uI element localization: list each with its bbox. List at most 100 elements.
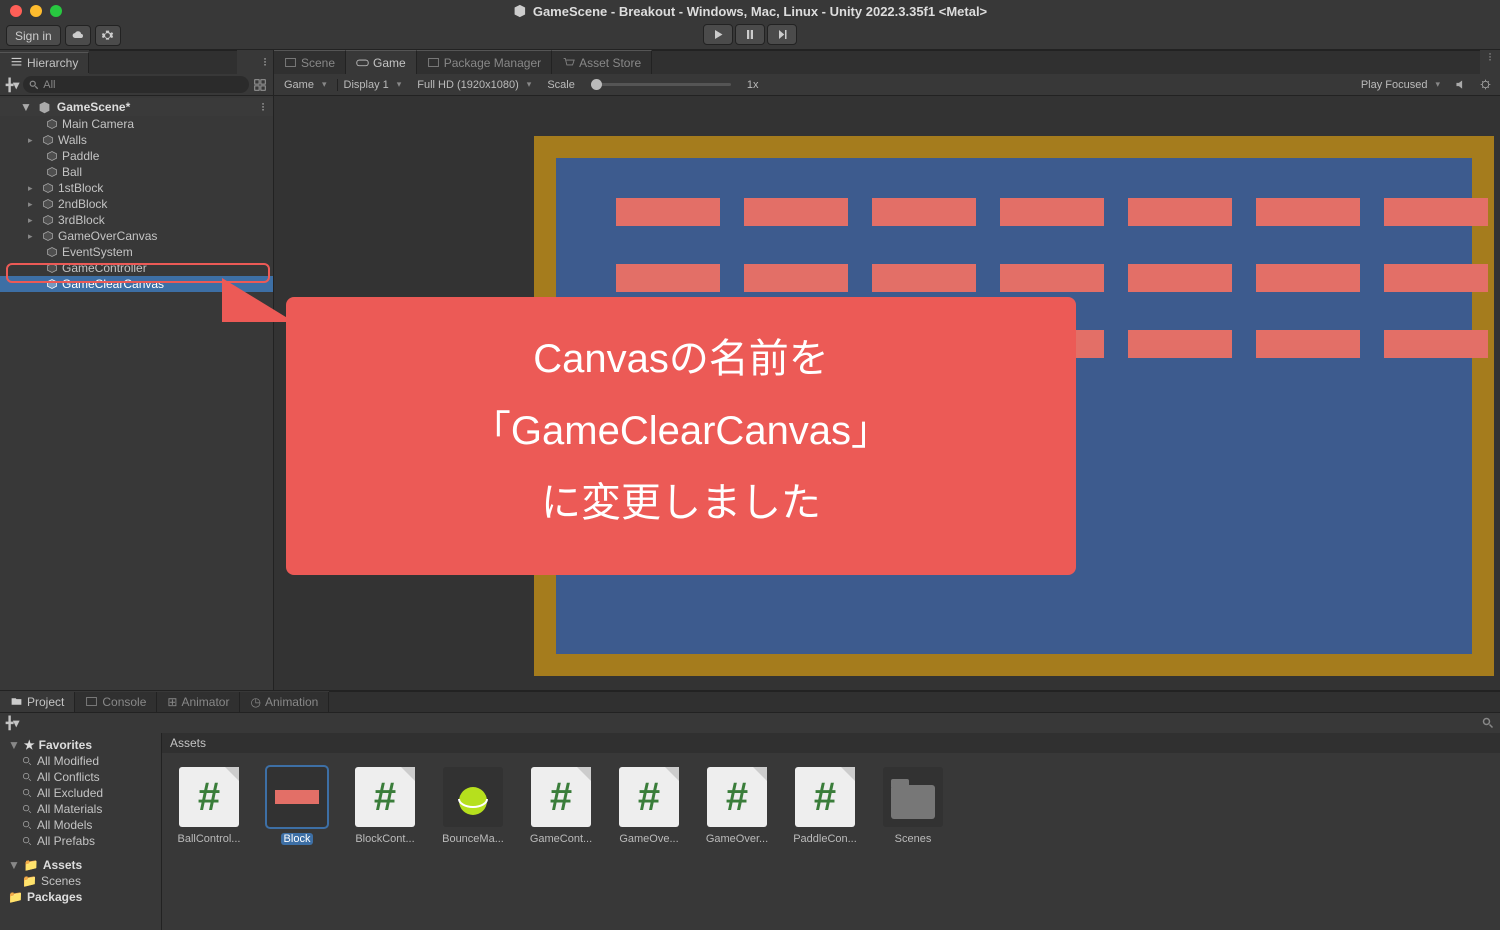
- search-icon: [22, 804, 33, 815]
- hierarchy-search[interactable]: All: [23, 76, 249, 93]
- hierarchy-tab[interactable]: Hierarchy: [0, 52, 89, 73]
- brick: [1256, 264, 1360, 292]
- assets-breadcrumb[interactable]: Assets: [162, 733, 1500, 753]
- pause-button[interactable]: [735, 24, 765, 45]
- favorite-item[interactable]: All Models: [4, 817, 157, 833]
- gameobject-icon: [42, 182, 54, 194]
- scene-menu-icon[interactable]: ⁝: [261, 100, 265, 114]
- folder-item[interactable]: 📁 Scenes: [4, 873, 157, 889]
- tab-package-manager[interactable]: Package Manager: [417, 50, 552, 74]
- asset-item[interactable]: BounceMa...: [438, 767, 508, 845]
- tab-console[interactable]: Console: [75, 692, 157, 712]
- asset-item[interactable]: #GameCont...: [526, 767, 596, 845]
- hierarchy-item[interactable]: Ball: [0, 164, 273, 180]
- packages-folder[interactable]: 📁 Packages: [4, 889, 157, 905]
- minimize-icon[interactable]: [30, 5, 42, 17]
- asset-item[interactable]: #GameOve...: [614, 767, 684, 845]
- cart-icon: [562, 56, 575, 69]
- animation-icon: ◷: [250, 695, 260, 709]
- tab-animator[interactable]: ⊞ Animator: [157, 692, 240, 712]
- hierarchy-item[interactable]: ▸1stBlock: [0, 180, 273, 196]
- tab-asset-store[interactable]: Asset Store: [552, 50, 652, 74]
- favorite-item[interactable]: All Materials: [4, 801, 157, 817]
- sign-in-button[interactable]: Sign in: [6, 25, 61, 46]
- scale-value: 1x: [741, 79, 765, 91]
- play-button[interactable]: [703, 24, 733, 45]
- hierarchy-item[interactable]: Main Camera: [0, 116, 273, 132]
- game-mode-dropdown[interactable]: Game: [278, 79, 333, 91]
- close-icon[interactable]: [10, 5, 22, 17]
- favorite-item[interactable]: All Excluded: [4, 785, 157, 801]
- project-panel: Project Console ⊞ Animator ◷ Animation ╋…: [0, 690, 1500, 930]
- tab-animation[interactable]: ◷ Animation: [240, 692, 329, 712]
- gear-icon[interactable]: [95, 25, 121, 46]
- step-button[interactable]: [767, 24, 797, 45]
- scene-row[interactable]: ▼ GameScene* ⁝: [0, 98, 273, 116]
- hierarchy-item[interactable]: GameController: [0, 260, 273, 276]
- add-asset-button[interactable]: ╋▾: [6, 716, 19, 730]
- search-icon: [29, 80, 39, 90]
- favorite-item[interactable]: All Conflicts: [4, 769, 157, 785]
- asset-item[interactable]: #PaddleCon...: [790, 767, 860, 845]
- brick: [872, 264, 976, 292]
- game-icon: [356, 56, 369, 69]
- brick: [1128, 264, 1232, 292]
- animator-icon: ⊞: [167, 695, 177, 709]
- add-button[interactable]: ╋▾: [6, 78, 19, 92]
- asset-item[interactable]: Scenes: [878, 767, 948, 845]
- search-icon: [22, 836, 33, 847]
- brick: [1384, 264, 1488, 292]
- bug-icon[interactable]: [1479, 78, 1492, 91]
- asset-grid: #BallControl... Block #BlockCont... BounceM…: [162, 753, 1500, 859]
- brick: [872, 198, 976, 226]
- window-titlebar: GameScene - Breakout - Windows, Mac, Lin…: [0, 0, 1500, 22]
- hierarchy-tree: ▼ GameScene* ⁝ Main Camera ▸Walls Paddle…: [0, 96, 273, 292]
- hierarchy-item[interactable]: EventSystem: [0, 244, 273, 260]
- filter-icon[interactable]: [253, 78, 267, 92]
- folder-icon: [10, 695, 23, 708]
- gameobject-icon: [46, 166, 58, 178]
- play-focused-dropdown[interactable]: Play Focused: [1355, 79, 1446, 91]
- search-icon[interactable]: [1482, 717, 1494, 729]
- favorite-item[interactable]: All Prefabs: [4, 833, 157, 849]
- maximize-icon[interactable]: [50, 5, 62, 17]
- asset-item[interactable]: Block: [262, 767, 332, 845]
- brick: [616, 264, 720, 292]
- package-icon: [427, 56, 440, 69]
- gameobject-icon: [46, 278, 58, 290]
- scale-label: Scale: [541, 79, 581, 91]
- tab-scene[interactable]: Scene: [274, 50, 346, 74]
- gameobject-icon: [46, 150, 58, 162]
- search-icon: [22, 788, 33, 799]
- hierarchy-item[interactable]: ▸Walls: [0, 132, 273, 148]
- hierarchy-item[interactable]: ▸3rdBlock: [0, 212, 273, 228]
- asset-item[interactable]: #GameOver...: [702, 767, 772, 845]
- panel-options-icon[interactable]: ⁝: [263, 55, 267, 69]
- project-tree: ▼ ★ Favorites All Modified All Conflicts…: [0, 733, 162, 930]
- hierarchy-item[interactable]: ▸GameOverCanvas: [0, 228, 273, 244]
- play-controls: [703, 24, 797, 45]
- brick: [1384, 198, 1488, 226]
- scale-slider[interactable]: [591, 83, 731, 86]
- hierarchy-item[interactable]: Paddle: [0, 148, 273, 164]
- cloud-icon[interactable]: [65, 25, 91, 46]
- hierarchy-item[interactable]: ▸2ndBlock: [0, 196, 273, 212]
- display-dropdown[interactable]: Display 1: [337, 79, 408, 91]
- resolution-dropdown[interactable]: Full HD (1920x1080): [411, 79, 537, 91]
- tab-game[interactable]: Game: [346, 50, 417, 74]
- favorites-header[interactable]: ▼ ★ Favorites: [4, 737, 157, 753]
- assets-folder[interactable]: ▼ 📁 Assets: [4, 857, 157, 873]
- asset-label: BallControl...: [178, 833, 241, 845]
- tab-options-icon[interactable]: ⁝: [1480, 50, 1500, 74]
- scene-icon: [284, 56, 297, 69]
- tab-project[interactable]: Project: [0, 692, 75, 712]
- asset-label: GameOve...: [619, 833, 678, 845]
- asset-item[interactable]: #BlockCont...: [350, 767, 420, 845]
- game-toolbar: Game Display 1 Full HD (1920x1080) Scale…: [274, 74, 1500, 96]
- asset-label: PaddleCon...: [793, 833, 857, 845]
- favorite-item[interactable]: All Modified: [4, 753, 157, 769]
- mute-icon[interactable]: [1454, 78, 1467, 91]
- gameobject-icon: [42, 134, 54, 146]
- brick: [744, 264, 848, 292]
- asset-item[interactable]: #BallControl...: [174, 767, 244, 845]
